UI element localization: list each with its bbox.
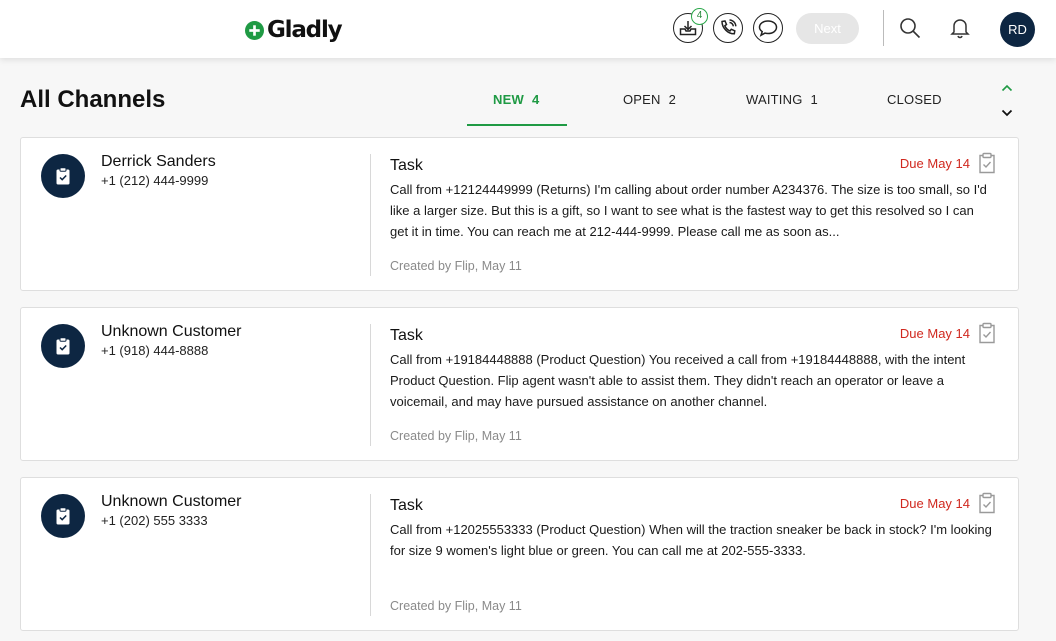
active-tab-indicator bbox=[467, 124, 567, 126]
tab-label: WAITING bbox=[746, 92, 803, 107]
tab-closed[interactable]: CLOSED bbox=[887, 92, 942, 107]
chevron-up-icon bbox=[1001, 84, 1013, 92]
message-preview: Call from +12025553333 (Product Question… bbox=[390, 522, 992, 558]
card-divider bbox=[370, 154, 371, 276]
clipboard-icon bbox=[56, 337, 70, 355]
inbox-button[interactable]: 4 bbox=[673, 8, 708, 43]
clipboard-icon bbox=[56, 507, 70, 525]
phone-icon bbox=[721, 19, 737, 35]
tab-count: 4 bbox=[531, 92, 540, 107]
task-avatar bbox=[41, 494, 85, 538]
page-title: All Channels bbox=[20, 86, 166, 113]
phone-button[interactable] bbox=[713, 13, 743, 43]
conversation-card[interactable]: Derrick Sanders +1 (212) 444-9999 Task D… bbox=[20, 137, 1019, 291]
tab-count: 1 bbox=[810, 92, 818, 107]
conversation-card[interactable]: Unknown Customer +1 (202) 555 3333 Task … bbox=[20, 477, 1019, 631]
tab-new[interactable]: NEW 4 bbox=[493, 92, 539, 107]
due-date: Due May 14 bbox=[899, 496, 970, 511]
gladly-logo[interactable]: Gladly bbox=[245, 15, 343, 45]
tab-label: OPEN bbox=[623, 92, 661, 107]
search-button[interactable] bbox=[897, 15, 923, 41]
toolbar-divider bbox=[883, 10, 884, 46]
customer-name: Derrick Sanders bbox=[101, 153, 216, 170]
tab-label: NEW bbox=[493, 92, 524, 107]
task-checkbox-icon[interactable] bbox=[978, 492, 996, 514]
logo-text: Gladly bbox=[267, 17, 343, 43]
created-by: Created by Flip, May 11 bbox=[390, 259, 522, 273]
task-checkbox-icon[interactable] bbox=[978, 152, 996, 174]
tab-count: 2 bbox=[668, 92, 677, 107]
tab-open[interactable]: OPEN 2 bbox=[623, 92, 676, 107]
top-bar: Gladly 4 Next RD bbox=[0, 0, 1056, 58]
item-type: Task bbox=[390, 327, 423, 344]
sort-up-button[interactable] bbox=[999, 82, 1015, 94]
conversation-card[interactable]: Unknown Customer +1 (918) 444-8888 Task … bbox=[20, 307, 1019, 461]
created-by: Created by Flip, May 11 bbox=[390, 429, 522, 443]
customer-phone: +1 (202) 555 3333 bbox=[101, 513, 208, 528]
card-divider bbox=[370, 494, 371, 616]
sort-down-button[interactable] bbox=[999, 107, 1015, 119]
plus-circle-icon bbox=[245, 20, 264, 40]
customer-name: Unknown Customer bbox=[101, 493, 242, 510]
task-avatar bbox=[41, 154, 85, 198]
chevron-down-icon bbox=[1001, 109, 1013, 117]
due-date: Due May 14 bbox=[899, 156, 970, 171]
message-preview: Call from +19184448888 (Product Question… bbox=[390, 352, 966, 409]
chat-icon bbox=[758, 20, 778, 37]
message-preview: Call from +12124449999 (Returns) I'm cal… bbox=[390, 182, 987, 239]
item-type: Task bbox=[390, 157, 423, 174]
task-avatar bbox=[41, 324, 85, 368]
item-type: Task bbox=[390, 497, 423, 514]
created-by: Created by Flip, May 11 bbox=[390, 599, 522, 613]
notifications-button[interactable] bbox=[947, 15, 973, 41]
customer-name: Unknown Customer bbox=[101, 323, 242, 340]
clipboard-icon bbox=[56, 167, 70, 185]
tab-label: CLOSED bbox=[887, 92, 942, 107]
user-avatar[interactable]: RD bbox=[1000, 12, 1035, 47]
tab-waiting[interactable]: WAITING 1 bbox=[746, 92, 818, 107]
customer-phone: +1 (212) 444-9999 bbox=[101, 173, 209, 188]
bell-icon bbox=[950, 19, 970, 39]
chat-button[interactable] bbox=[753, 13, 783, 43]
inbox-count-badge: 4 bbox=[691, 8, 708, 25]
customer-phone: +1 (918) 444-8888 bbox=[101, 343, 209, 358]
task-checkbox-icon[interactable] bbox=[978, 322, 996, 344]
due-date: Due May 14 bbox=[899, 326, 970, 341]
search-icon bbox=[900, 18, 921, 39]
next-button[interactable]: Next bbox=[796, 13, 859, 44]
card-divider bbox=[370, 324, 371, 446]
